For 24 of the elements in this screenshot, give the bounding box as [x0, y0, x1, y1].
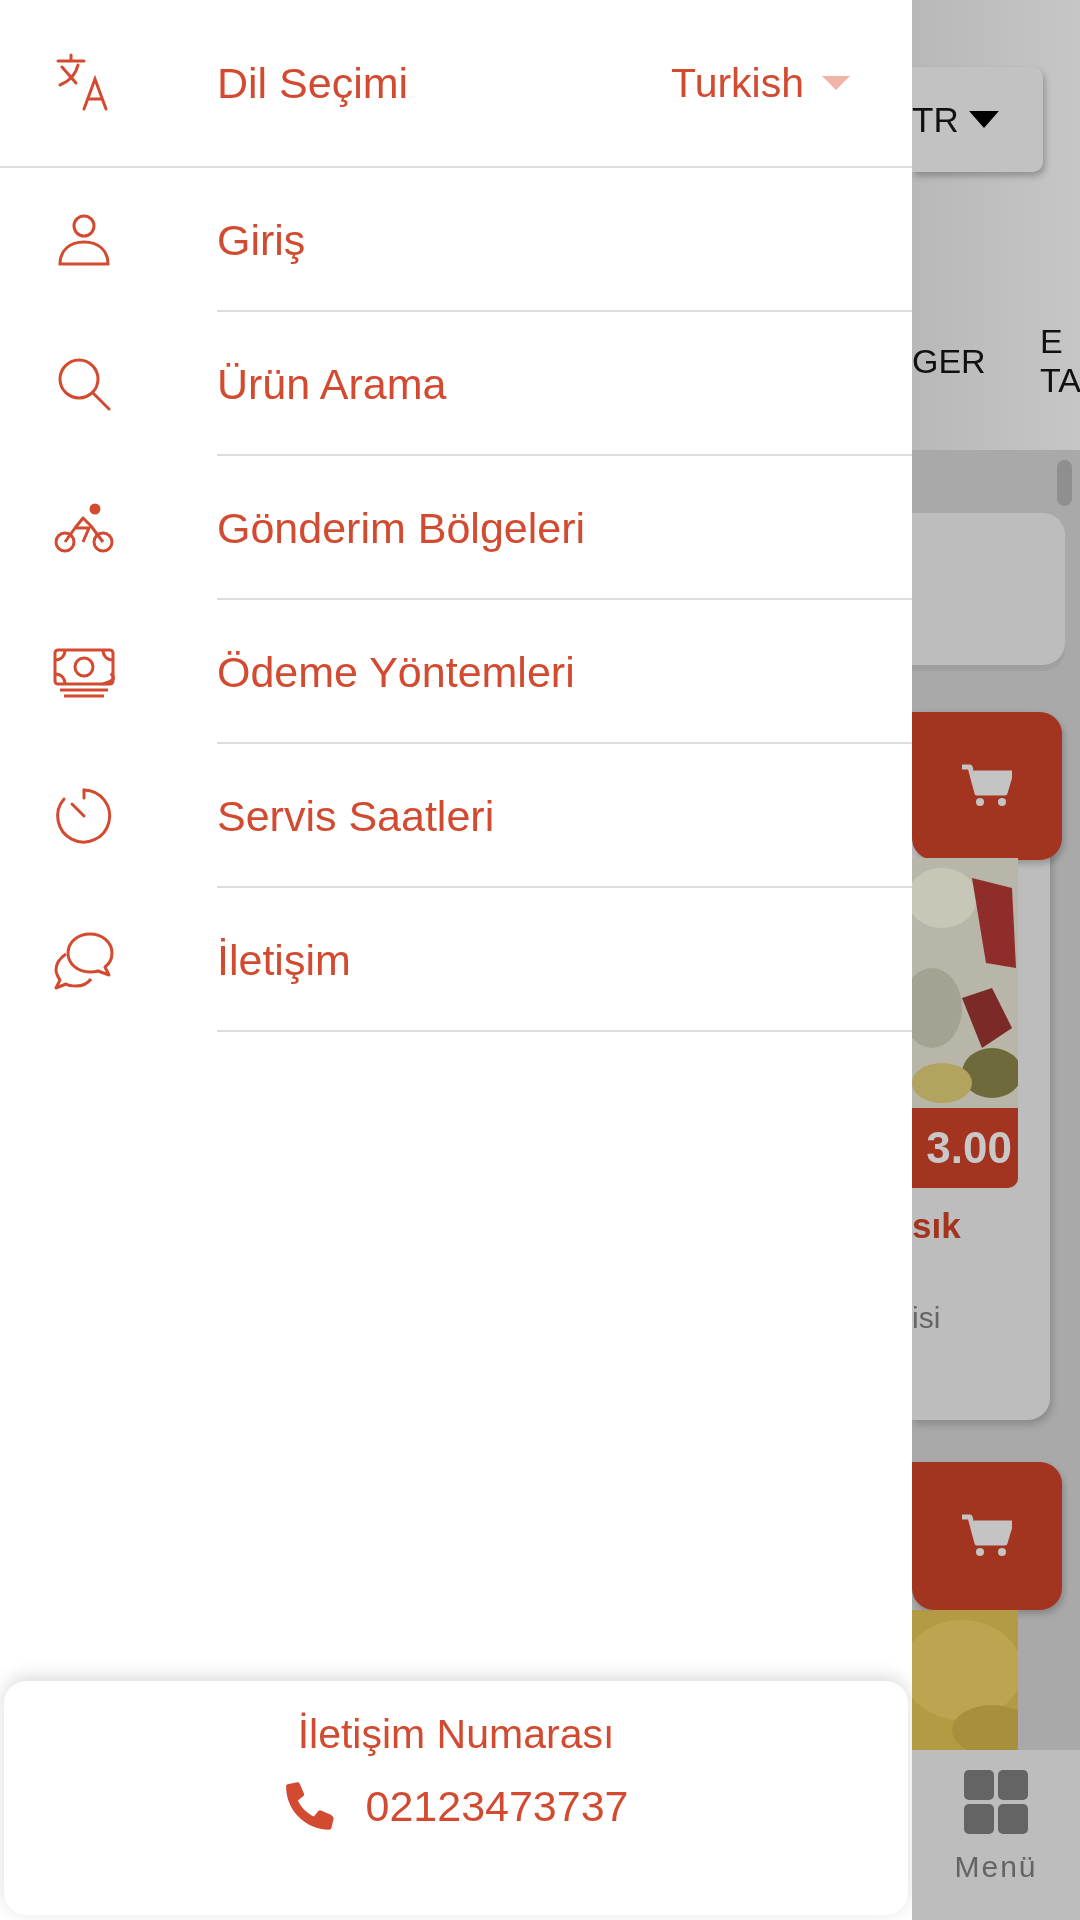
- price-tag: 3.00: [912, 1108, 1018, 1188]
- menu-item[interactable]: Ödeme Yöntemleri: [0, 600, 912, 744]
- phone-number[interactable]: 02123473737: [365, 1781, 629, 1831]
- menu-item[interactable]: Gönderim Bölgeleri: [0, 456, 912, 600]
- grid-icon: [964, 1770, 1028, 1834]
- language-dropdown[interactable]: Turkish: [671, 59, 850, 107]
- cart-button[interactable]: [912, 712, 1062, 860]
- cart-button[interactable]: [912, 1462, 1062, 1610]
- menu-item[interactable]: Servis Saatleri: [0, 744, 912, 888]
- scrollbar-thumb[interactable]: [1057, 460, 1072, 506]
- cart-icon: [962, 1514, 1012, 1558]
- cart-icon: [962, 764, 1012, 808]
- product-description: isi: [912, 1301, 942, 1335]
- caret-icon: [822, 76, 850, 90]
- menu-item[interactable]: Ürün Arama: [0, 312, 912, 456]
- caret-icon: [968, 111, 999, 128]
- category-tab[interactable]: GER: [912, 342, 1012, 401]
- language-button[interactable]: TR: [912, 67, 1043, 172]
- menu-item[interactable]: Giriş: [0, 168, 912, 312]
- contact-title: İletişim Numarası: [297, 1711, 615, 1758]
- phone-icon: [283, 1780, 336, 1832]
- language-label: Dil Seçimi: [217, 58, 410, 108]
- product-name: sık: [912, 1206, 962, 1246]
- menu-item[interactable]: İletişim: [0, 888, 912, 1032]
